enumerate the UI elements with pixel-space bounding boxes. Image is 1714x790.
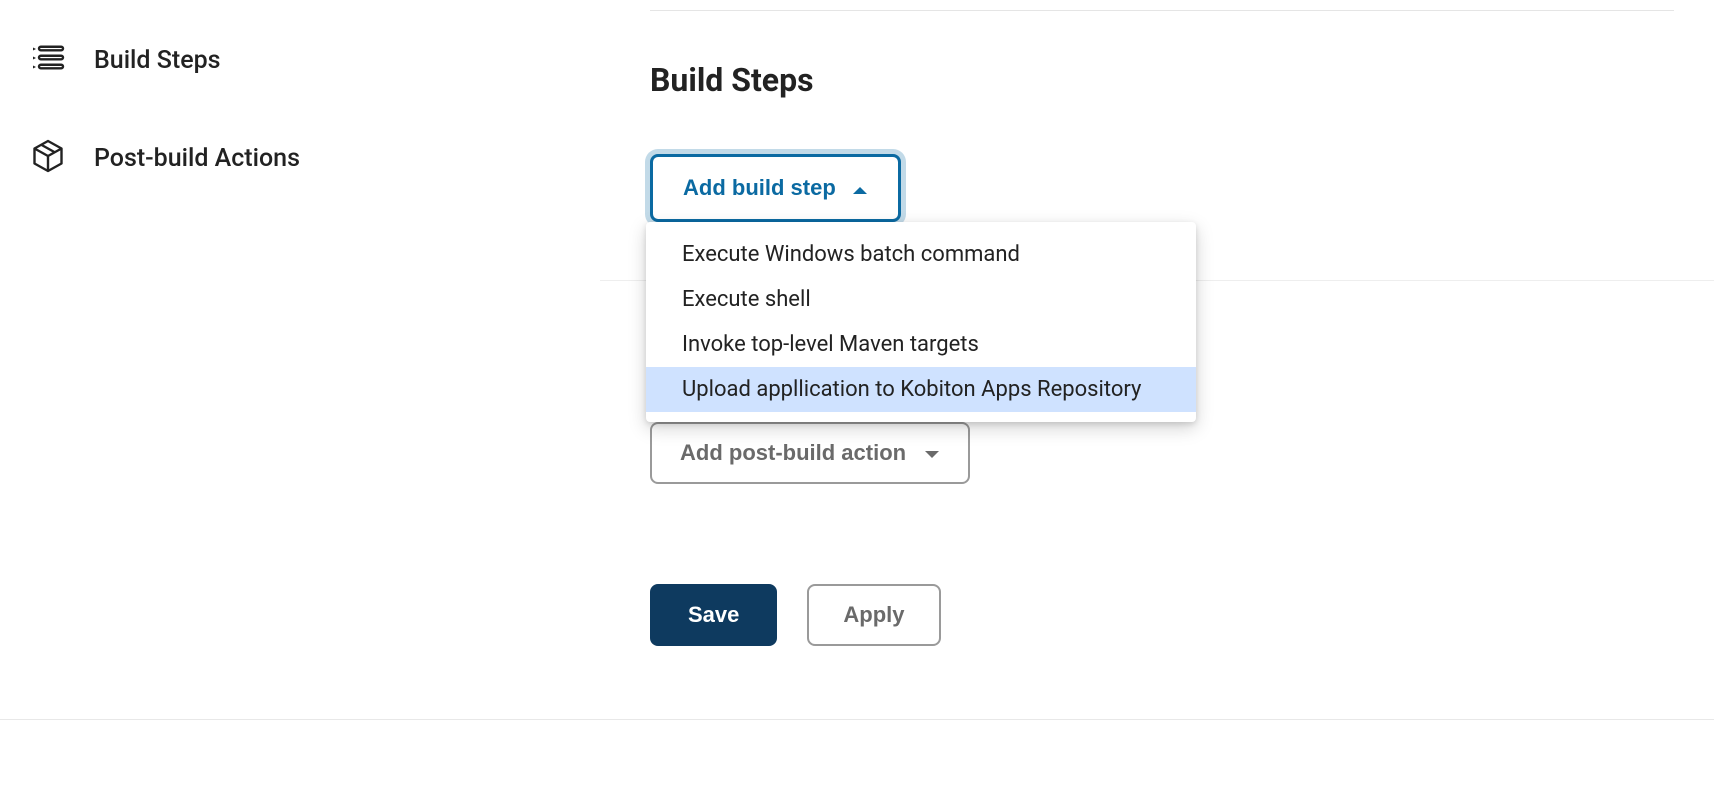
add-build-step-container: Add build step Execute Windows batch com… (650, 154, 1674, 222)
add-build-step-menu: Execute Windows batch command Execute sh… (646, 222, 1196, 422)
sidebar-item-build-steps[interactable]: Build Steps (30, 30, 580, 90)
action-buttons: Save Apply (650, 584, 1674, 646)
sidebar-item-label: Build Steps (94, 46, 221, 75)
add-post-build-label: Add post-build action (680, 440, 906, 466)
save-button[interactable]: Save (650, 584, 777, 646)
post-build-section: Add post-build action (650, 422, 1674, 484)
sidebar-item-label: Post-build Actions (94, 144, 300, 173)
menu-item-exec-windows[interactable]: Execute Windows batch command (646, 232, 1196, 277)
menu-item-exec-shell[interactable]: Execute shell (646, 277, 1196, 322)
caret-up-icon (852, 175, 868, 201)
section-title-build-steps: Build Steps (650, 61, 1674, 99)
build-steps-icon (30, 40, 66, 80)
menu-item-maven[interactable]: Invoke top-level Maven targets (646, 322, 1196, 367)
sidebar-item-post-build[interactable]: Post-build Actions (30, 128, 580, 188)
caret-down-icon (924, 440, 940, 466)
divider (650, 10, 1674, 11)
menu-item-kobiton-upload[interactable]: Upload appllication to Kobiton Apps Repo… (646, 367, 1196, 412)
sidebar: Build Steps Post-build Actions (0, 0, 600, 790)
package-icon (30, 138, 66, 178)
add-build-step-label: Add build step (683, 175, 836, 201)
add-build-step-button[interactable]: Add build step (650, 154, 901, 222)
apply-button[interactable]: Apply (807, 584, 940, 646)
main-content: Build Steps Add build step Execute Windo… (600, 0, 1714, 790)
add-post-build-button[interactable]: Add post-build action (650, 422, 970, 484)
bottom-divider (0, 719, 1714, 720)
